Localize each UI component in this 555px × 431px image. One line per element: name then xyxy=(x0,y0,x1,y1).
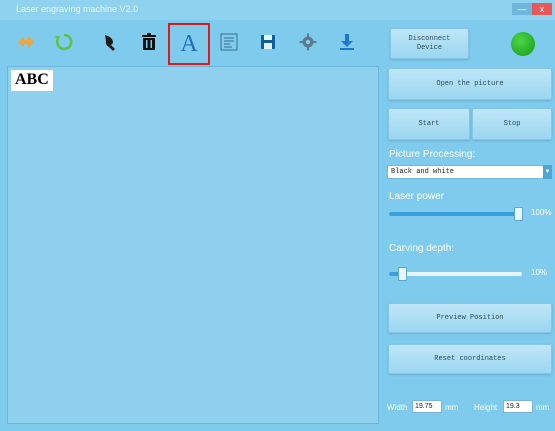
disconnect-device-button[interactable]: Disconnect Device xyxy=(390,28,469,59)
title-bar: Laser engraving machine V2.0 — x xyxy=(0,0,555,20)
open-picture-button[interactable]: Open the picture xyxy=(388,68,552,100)
brush-icon[interactable] xyxy=(94,26,126,58)
laser-power-label: Laser power xyxy=(389,191,445,202)
carving-depth-thumb[interactable] xyxy=(398,267,407,281)
window-title: Laser engraving machine V2.0 xyxy=(16,4,139,14)
carving-depth-label: Carving depth: xyxy=(389,243,455,254)
connection-status-indicator xyxy=(511,32,535,56)
download-icon[interactable] xyxy=(331,26,363,58)
reset-coordinates-button[interactable]: Reset coordinates xyxy=(388,344,552,374)
text-layout-icon[interactable] xyxy=(213,26,245,58)
carving-depth-value: 10% xyxy=(531,268,548,277)
text-icon[interactable]: A xyxy=(168,23,210,65)
gear-icon[interactable] xyxy=(292,26,324,58)
save-icon[interactable] xyxy=(252,26,284,58)
carving-depth-slider[interactable] xyxy=(389,267,522,281)
start-button[interactable]: Start xyxy=(388,108,470,140)
stop-button[interactable]: Stop xyxy=(472,108,552,140)
height-unit: mm xyxy=(536,403,550,412)
laser-power-slider[interactable] xyxy=(389,207,523,221)
engraving-canvas[interactable]: ABC xyxy=(7,66,379,424)
rotate-icon[interactable] xyxy=(48,26,80,58)
chevron-down-icon[interactable]: ▼ xyxy=(543,165,552,179)
width-unit: mm xyxy=(445,403,459,412)
preview-position-button[interactable]: Preview Position xyxy=(388,303,552,333)
height-label: Height xyxy=(474,403,498,412)
width-label: Width xyxy=(387,403,408,412)
laser-power-value: 100% xyxy=(531,208,552,217)
text-tool-glyph: A xyxy=(180,30,198,57)
width-field[interactable]: 19.75 xyxy=(412,400,442,413)
picture-processing-select[interactable]: Black and white xyxy=(387,165,548,179)
close-button[interactable]: x xyxy=(532,3,552,15)
height-field[interactable]: 19.3 xyxy=(503,400,533,413)
trash-icon[interactable] xyxy=(133,26,165,58)
laser-power-fill xyxy=(389,212,522,216)
minimize-button[interactable]: — xyxy=(512,3,532,15)
picture-processing-label: Picture Processing: xyxy=(389,149,476,160)
canvas-text-object[interactable]: ABC xyxy=(11,70,53,91)
laser-power-thumb[interactable] xyxy=(514,207,523,221)
flip-arrows-icon[interactable] xyxy=(10,26,42,58)
